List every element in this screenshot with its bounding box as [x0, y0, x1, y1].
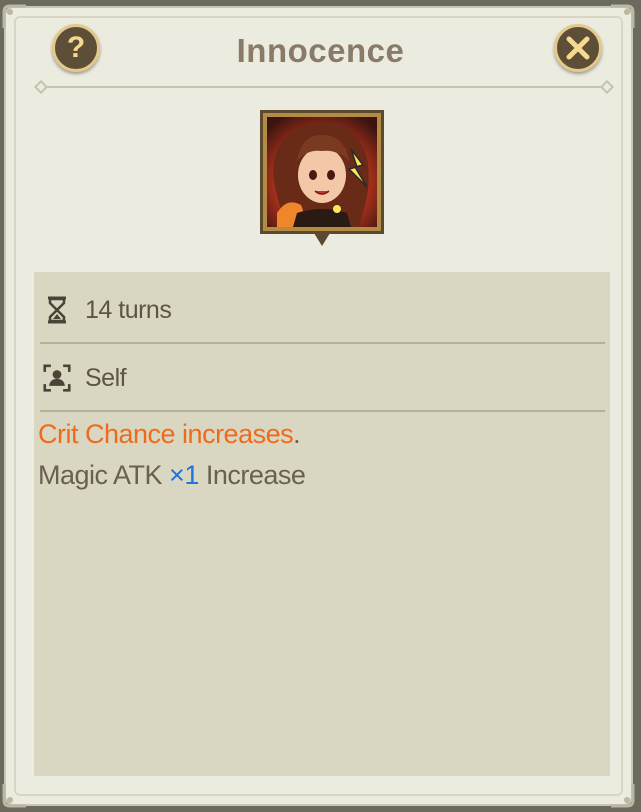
dialog-title: Innocence	[236, 32, 405, 69]
divider	[40, 342, 605, 344]
title-divider	[42, 86, 606, 88]
buff-portrait-icon	[267, 117, 377, 227]
target-row: Self	[40, 360, 605, 396]
duration-row: 14 turns	[40, 292, 605, 328]
description-line-1: Crit Chance increases.	[38, 414, 598, 455]
effect-highlight: Crit Chance increases	[38, 419, 294, 449]
corner-ornament	[2, 4, 28, 30]
stat-multiplier: ×1	[169, 460, 199, 490]
buff-portrait	[260, 110, 384, 234]
stat-effect: Increase	[198, 460, 306, 490]
close-button[interactable]	[554, 24, 602, 72]
corner-ornament	[609, 4, 635, 30]
corner-ornament	[609, 782, 635, 808]
divider	[40, 410, 605, 412]
buff-details: 14 turns Self Crit Chance increases. Mag…	[34, 272, 610, 776]
portrait-pointer	[314, 233, 330, 246]
effect-punctuation: .	[293, 419, 301, 449]
close-x-icon	[566, 36, 590, 60]
duration-text: 14 turns	[85, 295, 172, 324]
description-line-2: Magic ATK ×1 Increase	[38, 455, 598, 496]
stat-name: Magic ATK	[38, 460, 170, 490]
self-target-icon	[43, 362, 71, 394]
target-text: Self	[85, 363, 127, 392]
hourglass-icon	[43, 294, 71, 326]
buff-description: Crit Chance increases. Magic ATK ×1 Incr…	[38, 414, 598, 496]
corner-ornament	[2, 782, 28, 808]
